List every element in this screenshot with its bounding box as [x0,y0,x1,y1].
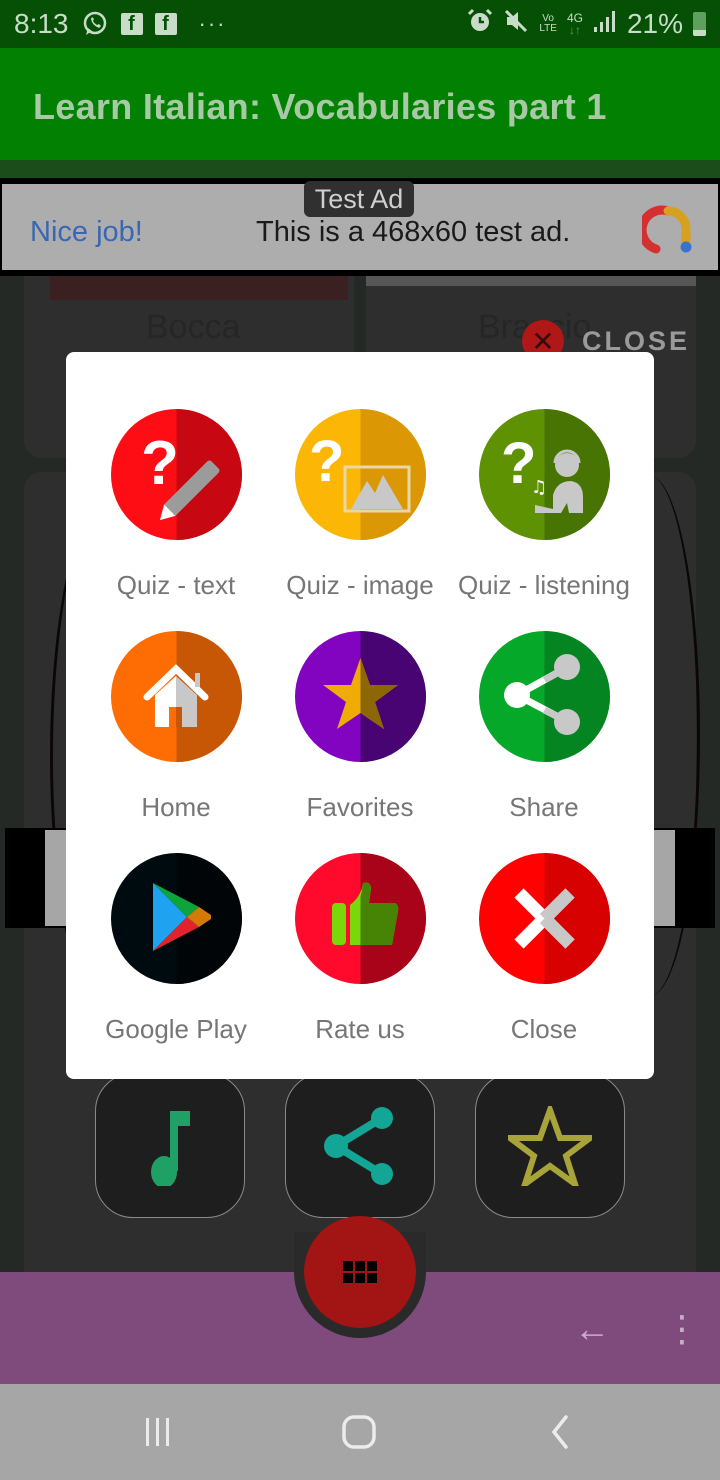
more-notifications-icon: ··· [198,11,227,36]
share-icon [478,631,610,762]
page-title: Learn Italian: Vocabularies part 1 [33,86,607,127]
home-icon [110,631,242,762]
mute-icon [503,8,529,41]
recent-apps-button[interactable] [128,1412,188,1452]
system-nav-bar [0,1384,720,1480]
favorite-button[interactable] [475,1073,625,1218]
back-nav-button[interactable] [530,1412,590,1452]
home-nav-icon [342,1415,376,1449]
svg-text:♫: ♫ [531,477,547,498]
menu-item-label: Rate us [315,1014,405,1044]
facebook-icon: f [120,13,143,35]
menu-item-google-play[interactable]: Google Play [84,853,268,1063]
menu-item-label: Favorites [306,792,414,822]
4g-icon: 4G ↓↑ [566,11,583,37]
battery-percent: 21% [626,8,683,39]
status-time: 8:13 [14,8,69,39]
menu-fab-button[interactable] [304,1216,416,1328]
quiz-text-icon: ? [110,409,242,540]
thumbs-up-icon [294,853,426,984]
battery-icon [693,12,706,36]
menu-item-label: Share [509,792,579,822]
ad-text[interactable]: This is a 468x60 test ad. [256,216,570,249]
ad-logo-icon [642,205,692,254]
menu-item-rate-us[interactable]: Rate us [268,853,452,1063]
svg-text:?: ? [141,429,179,498]
app-bar: Learn Italian: Vocabularies part 1 [0,48,720,160]
vocab-label: Bocca [146,308,241,346]
quiz-image-icon: ? [294,409,426,540]
menu-item-label: Close [510,1014,578,1044]
menu-item-label: Quiz - listening [458,570,630,600]
close-icon [478,853,610,984]
svg-text:?: ? [309,429,344,494]
menu-item-quiz-image[interactable]: ? Quiz - image [268,409,452,619]
more-options-icon[interactable]: ⋮ [664,1308,700,1350]
alarm-icon [467,8,493,41]
facebook-icon: f [154,13,177,35]
ad-headline[interactable]: Nice job! [30,216,143,249]
back-nav-icon [551,1415,568,1449]
photo-strip [50,276,348,300]
volte-icon: Vo LTE [539,14,557,34]
google-play-icon [110,853,242,984]
test-ad-badge: Test Ad [304,181,414,217]
music-note-icon [151,1110,190,1186]
menu-item-label: Quiz - text [116,570,236,600]
apps-grid-icon [343,1261,377,1283]
menu-item-quiz-listening[interactable]: ? ♫ Quiz - listening [452,409,636,619]
star-outline-icon [508,1105,592,1186]
menu-item-share[interactable]: Share [452,631,636,841]
star-icon [294,631,426,762]
recent-apps-icon [146,1418,169,1446]
back-arrow-icon[interactable]: ← [574,1308,610,1350]
status-bar: 8:13 f f ··· Vo LTE 4G ↓↑ 21% [0,0,720,48]
menu-item-favorites[interactable]: Favorites [268,631,452,841]
quiz-listening-icon: ? ♫ [478,409,610,540]
share-icon [324,1106,393,1185]
photo-strip [366,276,696,286]
menu-item-label: Quiz - image [286,570,434,600]
home-nav-button[interactable] [329,1412,389,1452]
signal-icon [593,8,617,40]
share-word-button[interactable] [285,1073,435,1218]
whatsapp-icon [81,10,109,38]
app-bar-shadow [0,160,720,178]
volte-bottom: LTE [539,23,557,34]
menu-item-label: Home [141,792,211,822]
menu-item-close[interactable]: Close [452,853,636,1063]
menu-dialog: ? Quiz - text ? Quiz - image ? ♫ Quiz - … [66,352,654,1079]
play-audio-button[interactable] [95,1073,245,1218]
menu-item-home[interactable]: Home [84,631,268,841]
menu-item-quiz-text[interactable]: ? Quiz - text [84,409,268,619]
menu-item-label: Google Play [105,1014,247,1044]
